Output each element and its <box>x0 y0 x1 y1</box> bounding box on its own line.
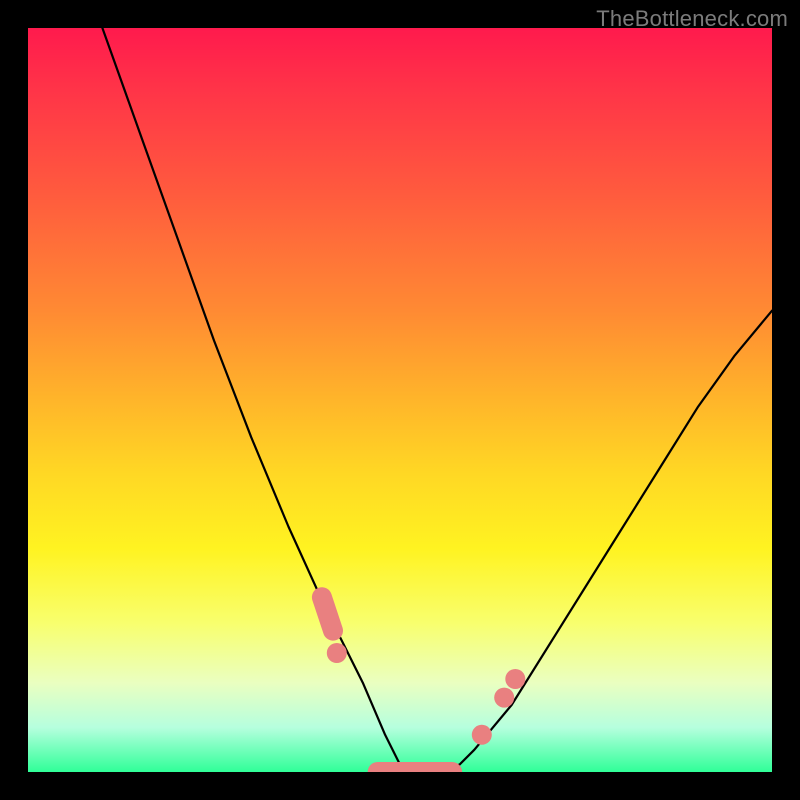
watermark-text: TheBottleneck.com <box>596 6 788 32</box>
plot-area <box>28 28 772 772</box>
chart-frame: TheBottleneck.com <box>0 0 800 800</box>
bottleneck-curve <box>28 28 772 772</box>
